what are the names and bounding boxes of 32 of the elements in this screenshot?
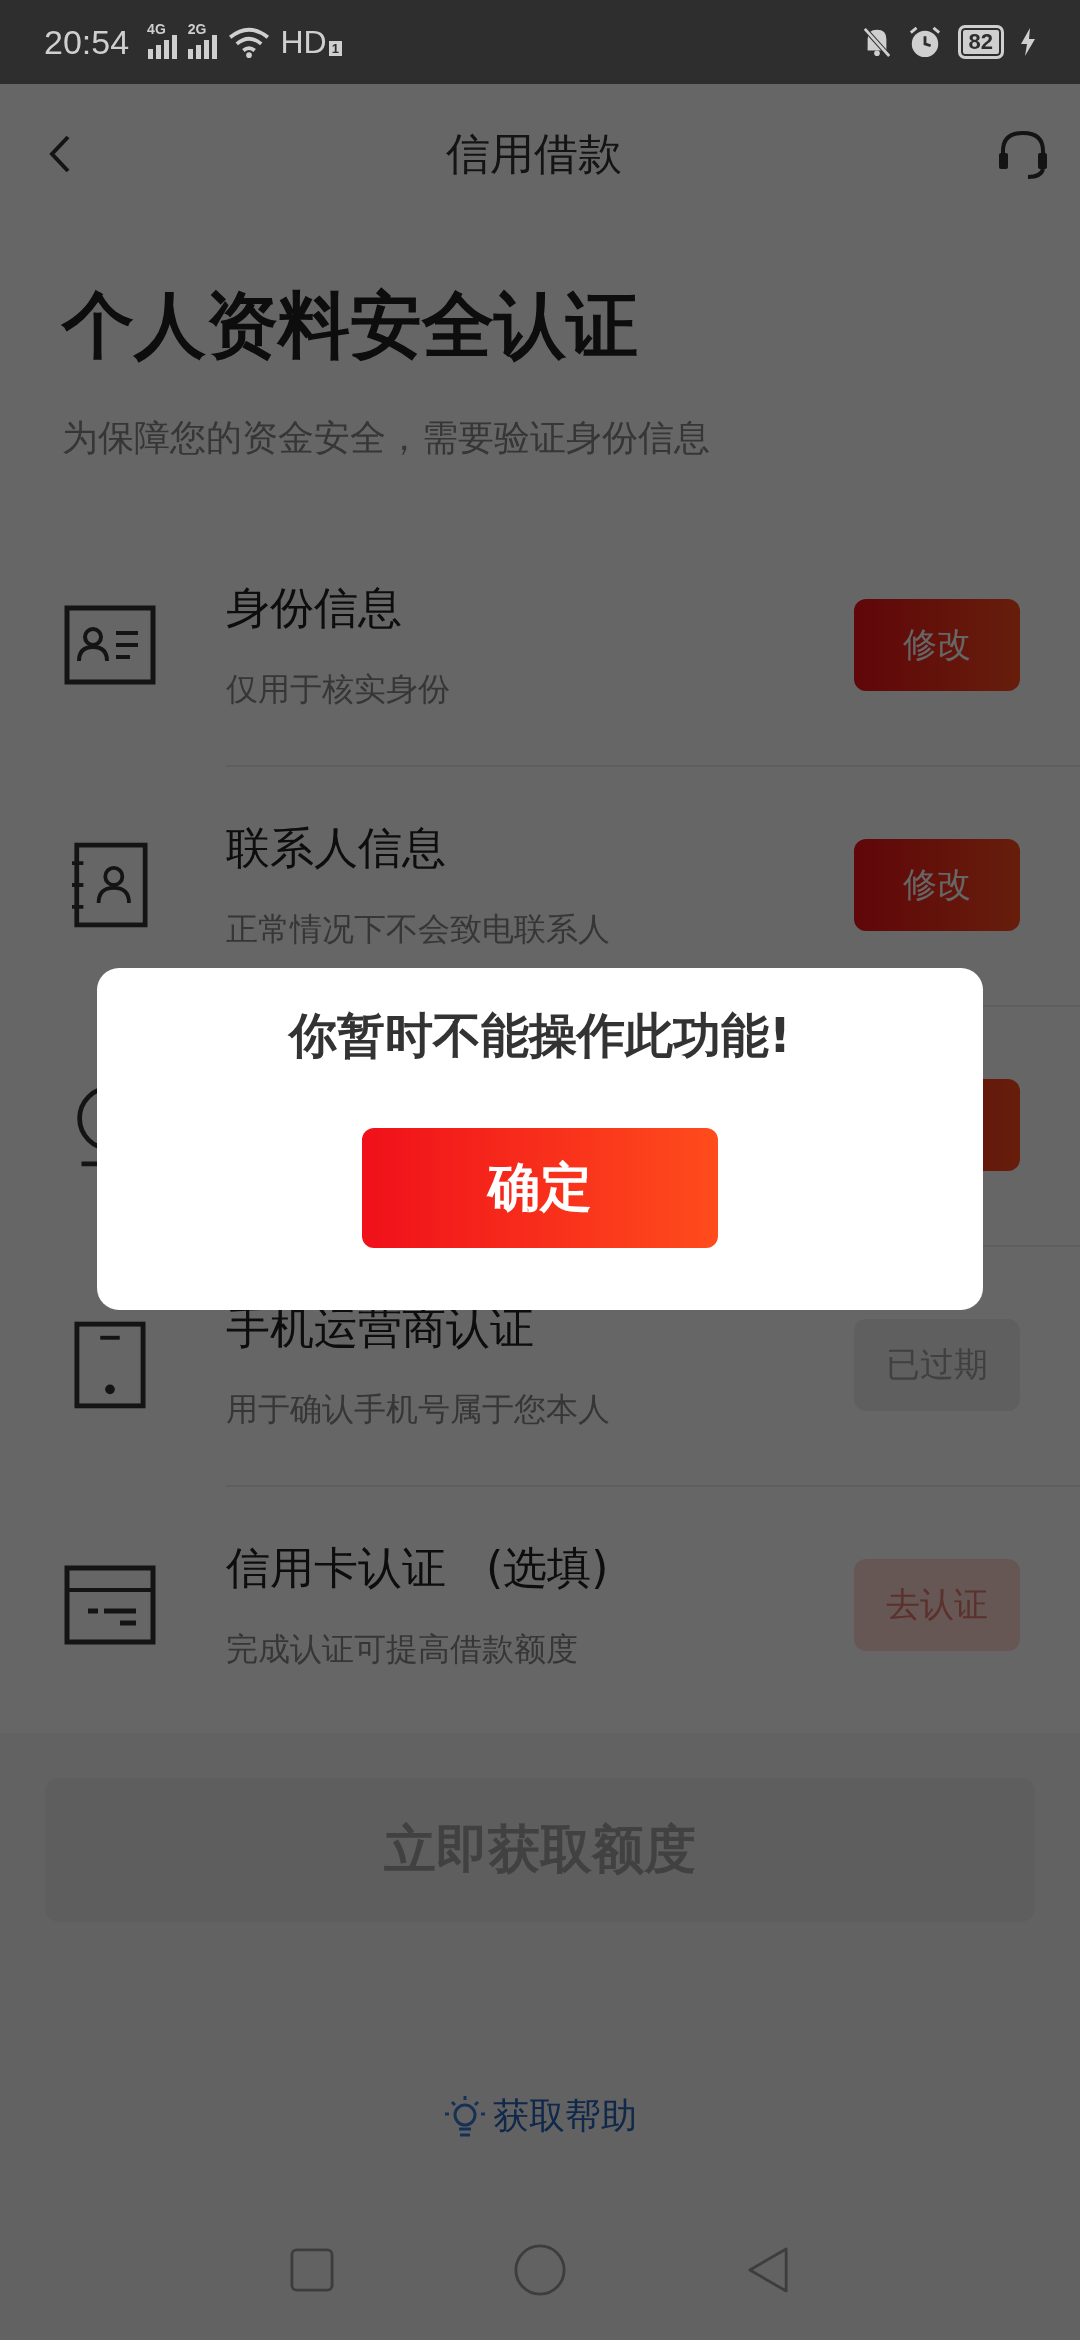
credit-card-icon (64, 1565, 156, 1645)
battery-indicator: 82 (957, 25, 1004, 59)
help-link[interactable]: 获取帮助 (493, 2092, 637, 2141)
status-button[interactable]: 修改 (854, 839, 1020, 931)
signal-icon (188, 35, 219, 59)
optional-tag: (选填) (486, 1538, 609, 1598)
charging-bolt-icon (1020, 28, 1036, 56)
network-type: 2G (187, 21, 207, 37)
dialog-message: 你暂时不能操作此功能! (289, 1006, 791, 1065)
sim-slot-badge: 1 (328, 40, 342, 56)
back-nav-icon[interactable] (746, 2245, 791, 2295)
item-title: 身份信息 (226, 580, 402, 635)
confirm-button[interactable]: 确定 (362, 1128, 718, 1248)
network-type: 4G (147, 21, 166, 37)
id-card-icon (64, 605, 156, 685)
status-button[interactable]: 修改 (854, 599, 1020, 691)
clock-time: 20:54 (44, 22, 130, 62)
lightbulb-icon (443, 2093, 487, 2140)
alarm-icon (907, 25, 942, 59)
hd-indicator: HD (280, 23, 327, 61)
item-title: 信用卡认证 (226, 1540, 446, 1595)
header-title: 信用借款 (446, 126, 622, 181)
back-icon[interactable] (48, 134, 72, 174)
contact-book-icon (72, 842, 148, 928)
signal-icon (147, 35, 178, 59)
muted-bell-icon (861, 26, 892, 58)
page-heading: 个人资料安全认证 (62, 282, 639, 369)
recents-icon[interactable] (289, 2248, 334, 2292)
item-title: 联系人信息 (226, 820, 446, 875)
wifi-icon (228, 26, 271, 58)
home-icon[interactable] (513, 2243, 567, 2297)
phone-icon (74, 1321, 146, 1409)
